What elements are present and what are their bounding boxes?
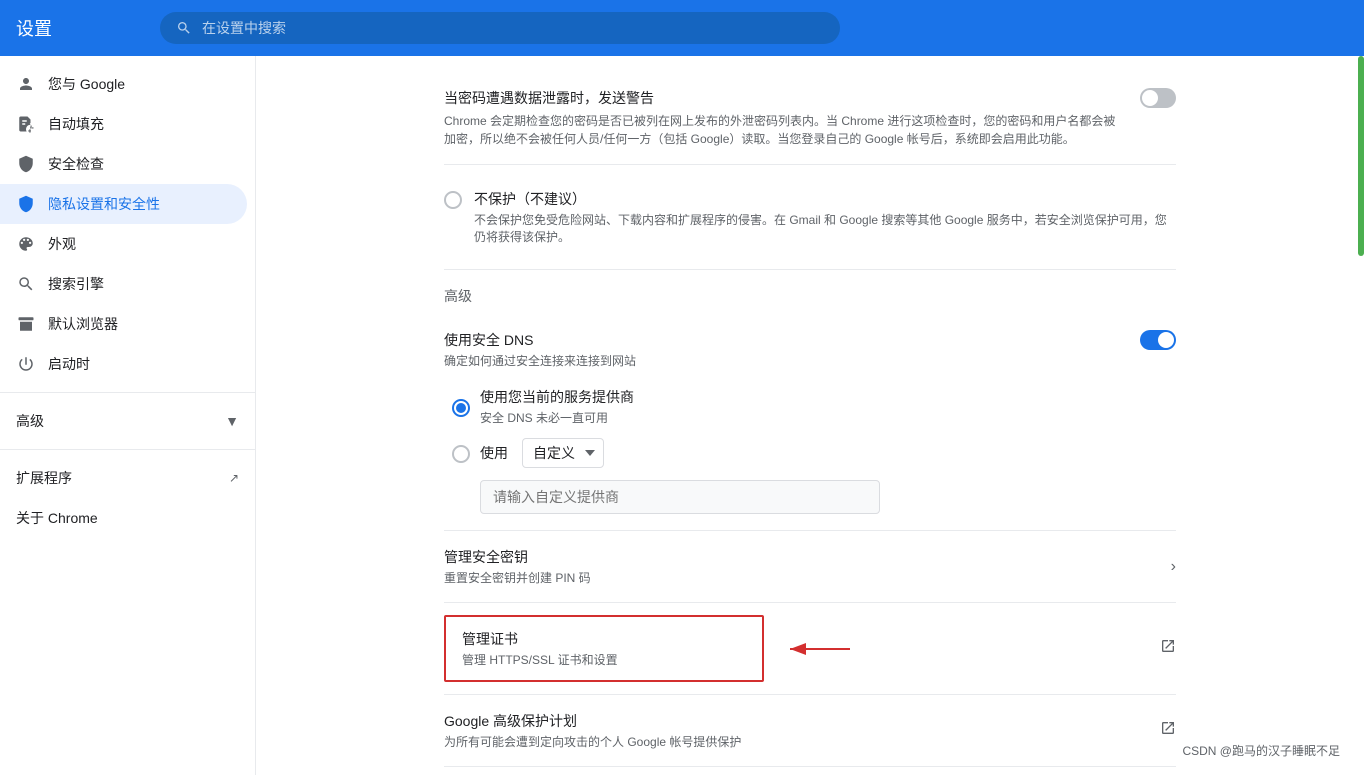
sidebar-label-safety: 安全检查 xyxy=(48,154,104,174)
advanced-label: 高级 xyxy=(16,411,44,431)
main-content: 当密码遭遇数据泄露时，发送警告 Chrome 会定期检查您的密码是否已被列在网上… xyxy=(256,56,1364,775)
sidebar-item-google[interactable]: 您与 Google xyxy=(0,64,247,104)
page-title: 设置 xyxy=(16,15,136,41)
red-arrow-annotation xyxy=(780,634,860,664)
security-key-title: 管理安全密钥 xyxy=(444,547,1155,567)
scrollbar-indicator[interactable] xyxy=(1358,56,1364,256)
privacy-icon xyxy=(16,194,36,214)
annotation-arrow xyxy=(780,634,860,664)
no-protection-desc: 不会保护您免受危险网站、下载内容和扩展程序的侵害。在 Gmail 和 Googl… xyxy=(474,211,1176,245)
no-protection-radio[interactable] xyxy=(444,191,462,209)
autofill-icon xyxy=(16,114,36,134)
password-desc: Chrome 会定期检查您的密码是否已被列在网上发布的外泄密码列表内。当 Chr… xyxy=(444,112,1126,148)
security-key-desc: 重置安全密钥并创建 PIN 码 xyxy=(444,569,1155,586)
sidebar-about[interactable]: 关于 Chrome xyxy=(0,498,247,538)
google-protection-content: Google 高级保护计划 为所有可能会遭到定向攻击的个人 Google 帐号提… xyxy=(444,711,1144,750)
browser-icon xyxy=(16,314,36,334)
google-protection-title: Google 高级保护计划 xyxy=(444,711,1144,731)
manage-cert-title: 管理证书 xyxy=(462,629,746,649)
sidebar-item-browser[interactable]: 默认浏览器 xyxy=(0,304,247,344)
search-input[interactable] xyxy=(202,20,824,36)
no-protection-section: 不保护（不建议） 不会保护您免受危险网站、下载内容和扩展程序的侵害。在 Gmai… xyxy=(444,165,1176,270)
search-bar[interactable] xyxy=(160,12,840,44)
dns-title: 使用安全 DNS xyxy=(444,330,636,350)
dns-header: 使用安全 DNS 确定如何通过安全连接来连接到网站 xyxy=(444,330,1176,369)
dns-text: 使用安全 DNS 确定如何通过安全连接来连接到网站 xyxy=(444,330,636,369)
person-icon xyxy=(16,74,36,94)
dns-custom-input[interactable] xyxy=(480,480,880,514)
advanced-section-label: 高级 xyxy=(444,270,1176,314)
sidebar-extensions[interactable]: 扩展程序 ↗ xyxy=(0,458,255,498)
dns-desc: 确定如何通过安全连接来连接到网站 xyxy=(444,352,636,369)
layout: 您与 Google 自动填充 安全检查 隐私设置和安全性 外观 xyxy=(0,56,1364,775)
sidebar-label-appearance: 外观 xyxy=(48,234,76,254)
search-icon xyxy=(176,20,192,36)
dns-option2-radio[interactable] xyxy=(452,445,470,463)
dns-option2-row[interactable]: 使用 自定义 xyxy=(452,432,1176,474)
about-label: 关于 Chrome xyxy=(16,508,98,528)
dns-custom-select[interactable]: 自定义 xyxy=(522,438,604,468)
manage-cert-section: 管理证书 管理 HTTPS/SSL 证书和设置 xyxy=(444,603,1176,695)
sidebar-label-search: 搜索引擎 xyxy=(48,274,104,294)
password-section: 当密码遭遇数据泄露时，发送警告 Chrome 会定期检查您的密码是否已被列在网上… xyxy=(444,72,1176,165)
startup-icon xyxy=(16,354,36,374)
external-link-icon-cert xyxy=(1160,638,1176,659)
sidebar-label-browser: 默认浏览器 xyxy=(48,314,118,334)
chevron-down-icon: ▼ xyxy=(225,413,239,429)
chevron-right-icon: › xyxy=(1171,558,1176,576)
password-toggle-area[interactable] xyxy=(1126,88,1176,108)
no-protection-radio-item[interactable]: 不保护（不建议） 不会保护您免受危险网站、下载内容和扩展程序的侵害。在 Gmai… xyxy=(444,181,1176,253)
search-engine-icon xyxy=(16,274,36,294)
dns-section: 使用安全 DNS 确定如何通过安全连接来连接到网站 使用您当前的服务提供商 安全… xyxy=(444,314,1176,531)
sidebar-label-privacy: 隐私设置和安全性 xyxy=(48,194,160,214)
sidebar-item-autofill[interactable]: 自动填充 xyxy=(0,104,247,144)
sidebar-item-search[interactable]: 搜索引擎 xyxy=(0,264,247,304)
sidebar-divider xyxy=(0,392,255,393)
sidebar-item-appearance[interactable]: 外观 xyxy=(0,224,247,264)
dns-input-row xyxy=(452,474,1176,514)
password-title: 当密码遭遇数据泄露时，发送警告 xyxy=(444,88,1126,108)
external-link-icon-gp xyxy=(1160,720,1176,741)
manage-cert-row[interactable]: 管理证书 管理 HTTPS/SSL 证书和设置 xyxy=(444,615,764,682)
dns-option1-text: 使用您当前的服务提供商 安全 DNS 未必一直可用 xyxy=(480,387,634,426)
sidebar-item-privacy[interactable]: 隐私设置和安全性 xyxy=(0,184,247,224)
google-protection-desc: 为所有可能会遭到定向攻击的个人 Google 帐号提供保护 xyxy=(444,733,1144,750)
no-protection-text: 不保护（不建议） 不会保护您免受危险网站、下载内容和扩展程序的侵害。在 Gmai… xyxy=(474,189,1176,245)
dns-option1-row[interactable]: 使用您当前的服务提供商 安全 DNS 未必一直可用 xyxy=(452,381,1176,432)
sidebar-item-startup[interactable]: 启动时 xyxy=(0,344,247,384)
external-link-icon: ↗ xyxy=(229,471,239,485)
header: 设置 xyxy=(0,0,1364,56)
appearance-icon xyxy=(16,234,36,254)
dns-option1-sublabel: 安全 DNS 未必一直可用 xyxy=(480,409,634,426)
sidebar-divider2 xyxy=(0,449,255,450)
sidebar: 您与 Google 自动填充 安全检查 隐私设置和安全性 外观 xyxy=(0,56,256,775)
security-key-content: 管理安全密钥 重置安全密钥并创建 PIN 码 xyxy=(444,547,1155,586)
sidebar-advanced[interactable]: 高级 ▼ xyxy=(0,401,255,441)
manage-cert-desc: 管理 HTTPS/SSL 证书和设置 xyxy=(462,651,746,668)
dns-option2-label: 使用 xyxy=(480,443,508,463)
sidebar-label-google: 您与 Google xyxy=(48,74,125,94)
dns-toggle-area[interactable] xyxy=(1126,330,1176,350)
sidebar-label-startup: 启动时 xyxy=(48,354,90,374)
extensions-label: 扩展程序 xyxy=(16,468,72,488)
password-toggle[interactable] xyxy=(1140,88,1176,108)
sidebar-label-autofill: 自动填充 xyxy=(48,114,104,134)
no-protection-title: 不保护（不建议） xyxy=(474,189,1176,209)
sidebar-item-safety[interactable]: 安全检查 xyxy=(0,144,247,184)
dns-options: 使用您当前的服务提供商 安全 DNS 未必一直可用 使用 自定义 xyxy=(444,381,1176,514)
dns-toggle[interactable] xyxy=(1140,330,1176,350)
google-protection-row[interactable]: Google 高级保护计划 为所有可能会遭到定向攻击的个人 Google 帐号提… xyxy=(444,695,1176,767)
csdn-label: CSDN @跑马的汉子睡眠不足 xyxy=(1182,742,1340,759)
content-area: 当密码遭遇数据泄露时，发送警告 Chrome 会定期检查您的密码是否已被列在网上… xyxy=(420,56,1200,775)
security-key-row[interactable]: 管理安全密钥 重置安全密钥并创建 PIN 码 › xyxy=(444,531,1176,603)
dns-option1-label: 使用您当前的服务提供商 xyxy=(480,387,634,407)
safety-icon xyxy=(16,154,36,174)
dns-option1-radio[interactable] xyxy=(452,399,470,417)
